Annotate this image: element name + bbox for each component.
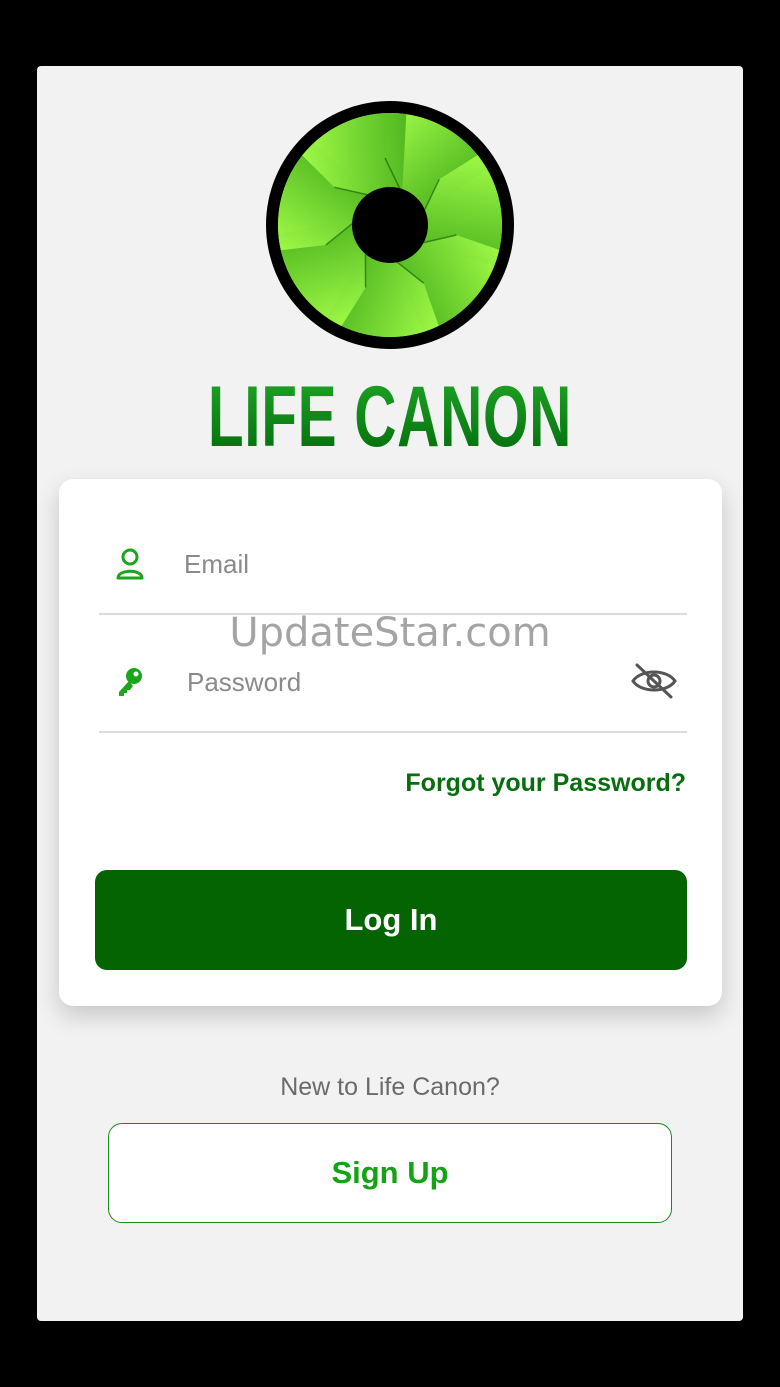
key-icon (119, 668, 142, 696)
signup-button[interactable]: Sign Up (108, 1123, 672, 1223)
password-field-row (99, 633, 687, 733)
login-card: Forgot your Password? Log In (59, 479, 722, 1006)
app-title: LIFE CANON (150, 374, 630, 460)
login-button[interactable]: Log In (95, 870, 687, 970)
email-input[interactable] (184, 545, 604, 583)
user-icon (116, 548, 144, 580)
forgot-password-link[interactable]: Forgot your Password? (405, 769, 686, 798)
login-screen: LIFE CANON Forgot your Password? Log (37, 66, 743, 1321)
password-input[interactable] (187, 663, 607, 701)
signup-prompt: New to Life Canon? (280, 1073, 500, 1101)
camera-aperture-icon (266, 101, 514, 349)
eye-off-icon[interactable] (629, 661, 679, 701)
email-field-row (99, 515, 687, 615)
